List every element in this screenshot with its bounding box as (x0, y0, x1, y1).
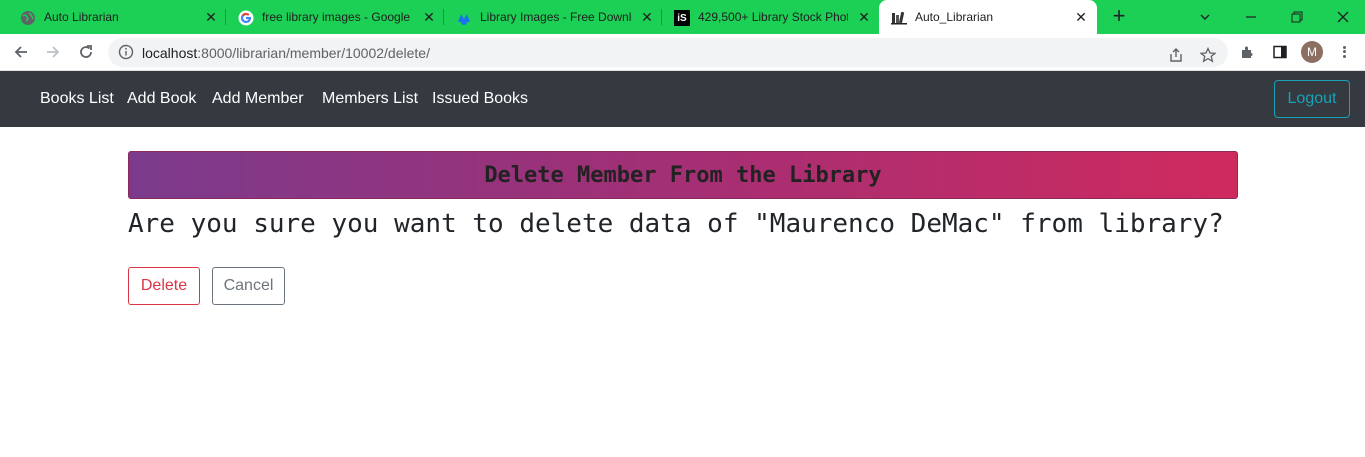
pixabay-icon (456, 10, 472, 26)
side-panel-icon[interactable] (1270, 42, 1290, 62)
close-tab-icon[interactable]: ✕ (639, 9, 655, 25)
delete-button[interactable]: Delete (128, 267, 200, 305)
site-info-icon[interactable] (118, 44, 134, 60)
tab-title: 429,500+ Library Stock Photo (698, 10, 848, 24)
google-icon (238, 10, 254, 26)
tab-google-search[interactable]: free library images - Google S ✕ (226, 0, 444, 34)
tab-library-images[interactable]: Library Images - Free Downlo ✕ (444, 0, 662, 34)
nav-members-list[interactable]: Members List (322, 90, 418, 108)
istock-icon: iS (674, 10, 690, 26)
cancel-button[interactable]: Cancel (212, 267, 285, 305)
tab-strip: Auto Librarian ✕ free library images - G… (0, 0, 1365, 34)
restore-icon[interactable] (1274, 0, 1320, 34)
delete-confirmation-text: Are you sure you want to delete data of … (128, 209, 1224, 239)
globe-icon (20, 10, 36, 26)
back-icon[interactable] (10, 41, 32, 63)
browser-toolbar: localhost:8000/librarian/member/10002/de… (0, 34, 1365, 71)
close-tab-icon[interactable]: ✕ (1073, 9, 1089, 25)
tab-istock[interactable]: iS 429,500+ Library Stock Photo ✕ (662, 0, 879, 34)
tab-auto-librarian[interactable]: Auto Librarian ✕ (0, 0, 226, 34)
extensions-icon[interactable] (1238, 42, 1258, 62)
nav-add-member[interactable]: Add Member (212, 90, 304, 108)
tab-title: free library images - Google S (262, 10, 410, 24)
tab-title: Auto_Librarian (915, 10, 994, 24)
profile-avatar[interactable]: M (1301, 41, 1323, 63)
reload-icon[interactable] (75, 41, 97, 63)
browser-menu-icon[interactable] (1340, 42, 1348, 62)
page-title: Delete Member From the Library (484, 162, 882, 188)
tab-title: Auto Librarian (44, 10, 119, 24)
share-icon[interactable] (1167, 46, 1185, 64)
logout-button[interactable]: Logout (1274, 80, 1350, 118)
tab-search-icon[interactable] (1182, 0, 1228, 34)
tab-title: Library Images - Free Downlo (480, 10, 632, 24)
close-tab-icon[interactable]: ✕ (856, 9, 872, 25)
site-navbar: Books List Add Book Add Member Members L… (0, 71, 1365, 127)
nav-books-list[interactable]: Books List (40, 90, 114, 108)
page-heading-banner: Delete Member From the Library (128, 151, 1238, 199)
new-tab-button[interactable]: + (1109, 5, 1129, 27)
url-path: :8000/librarian/member/10002/delete/ (197, 45, 430, 61)
forward-icon[interactable] (42, 41, 64, 63)
minimize-icon[interactable] (1228, 0, 1274, 34)
close-tab-icon[interactable]: ✕ (421, 9, 437, 25)
nav-issued-books[interactable]: Issued Books (432, 90, 528, 108)
bookmark-star-icon[interactable] (1199, 46, 1217, 64)
url-text: localhost:8000/librarian/member/10002/de… (142, 45, 430, 61)
books-icon (891, 10, 907, 26)
tab-auto-librarian-active[interactable]: Auto_Librarian ✕ (879, 0, 1097, 34)
close-window-icon[interactable] (1320, 0, 1365, 34)
url-host: localhost (142, 45, 198, 61)
address-bar[interactable]: localhost:8000/librarian/member/10002/de… (108, 38, 1228, 67)
close-tab-icon[interactable]: ✕ (203, 9, 219, 25)
nav-add-book[interactable]: Add Book (127, 90, 196, 108)
